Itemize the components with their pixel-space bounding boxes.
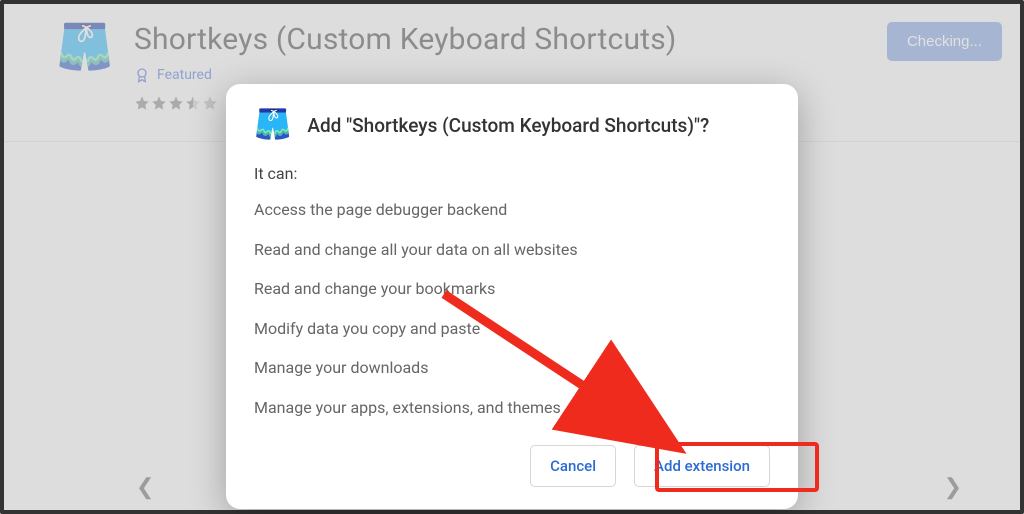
add-extension-button[interactable]: Add extension xyxy=(634,445,770,487)
dialog-extension-icon: 🩳 xyxy=(254,110,291,140)
cancel-button[interactable]: Cancel xyxy=(530,445,616,487)
permission-item: Manage your downloads xyxy=(254,357,770,379)
page-title: Shortkeys (Custom Keyboard Shortcuts) xyxy=(134,22,998,57)
star-icon xyxy=(151,95,167,111)
dialog-header: 🩳 Add "Shortkeys (Custom Keyboard Shortc… xyxy=(254,110,770,140)
star-rating xyxy=(134,95,218,111)
star-icon xyxy=(168,95,184,111)
permission-item: Modify data you copy and paste xyxy=(254,318,770,340)
permission-item: Read and change all your data on all web… xyxy=(254,239,770,261)
star-half-icon xyxy=(185,95,201,111)
permissions-list: Access the page debugger backend Read an… xyxy=(254,199,770,419)
featured-icon xyxy=(134,67,150,83)
extension-icon: 🩳 xyxy=(54,22,116,72)
featured-label: Featured xyxy=(157,67,212,83)
chrome-web-store-page: 🩳 Shortkeys (Custom Keyboard Shortcuts) … xyxy=(0,0,1024,514)
add-extension-dialog: 🩳 Add "Shortkeys (Custom Keyboard Shortc… xyxy=(226,84,798,509)
dialog-title: Add "Shortkeys (Custom Keyboard Shortcut… xyxy=(307,114,709,137)
permissions-intro: It can: xyxy=(254,164,770,183)
dialog-actions: Cancel Add extension xyxy=(254,445,770,487)
permission-item: Read and change your bookmarks xyxy=(254,278,770,300)
featured-badge: Featured xyxy=(134,67,998,83)
star-icon xyxy=(134,95,150,111)
permission-item: Manage your apps, extensions, and themes xyxy=(254,397,770,419)
permission-item: Access the page debugger backend xyxy=(254,199,770,221)
star-empty-icon xyxy=(202,95,218,111)
install-status-button[interactable]: Checking... xyxy=(887,22,1002,61)
